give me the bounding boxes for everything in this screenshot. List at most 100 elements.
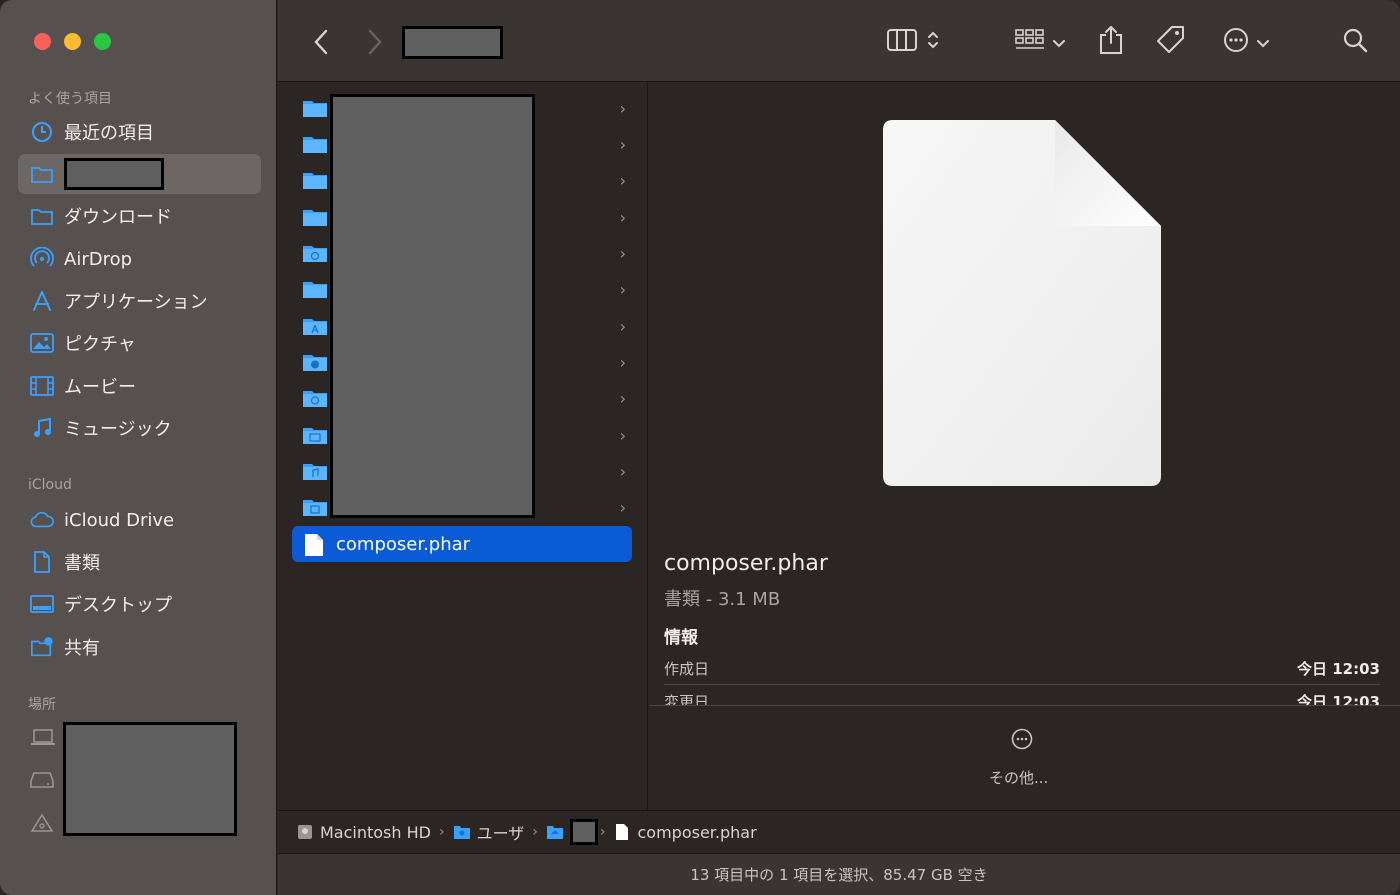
path-item-file[interactable]: composer.phar (613, 822, 757, 842)
up-down-chevron-icon (927, 30, 939, 54)
sidebar-item-home[interactable] (18, 154, 261, 194)
path-item-home[interactable] (546, 819, 598, 845)
ellipsis-circle-icon (1223, 27, 1249, 57)
folder-icon (303, 210, 327, 226)
share-button[interactable] (1096, 24, 1126, 60)
info-header: 情報 (664, 628, 698, 648)
view-mode-button[interactable] (882, 24, 944, 60)
chevron-right-icon: › (619, 316, 626, 336)
file-icon (305, 534, 323, 556)
redacted-locations (63, 722, 237, 836)
chevron-right-icon: › (619, 497, 626, 517)
tag-button[interactable] (1154, 24, 1188, 60)
chevron-down-icon (1053, 33, 1065, 52)
chevron-right-icon: › (619, 425, 626, 445)
chevron-right-icon: › (619, 352, 626, 372)
more-button[interactable] (1011, 728, 1033, 754)
folder-icon (303, 246, 327, 262)
file-name: composer.phar (336, 533, 471, 555)
chevron-right-icon: › (619, 98, 626, 118)
modified-value: 今日 12:03 (1297, 693, 1380, 705)
sidebar-item-label: ピクチャ (64, 334, 136, 355)
network-drive-icon[interactable] (30, 813, 54, 837)
path-bar: Macintosh HD › ユーザ › › composer.phar (278, 810, 1400, 853)
column-view: › › › › › › › › › › › › composer.phar (278, 83, 648, 810)
chevron-right-icon: › (532, 824, 538, 840)
back-button[interactable] (306, 24, 336, 60)
path-item-label: Macintosh HD (320, 822, 431, 842)
sidebar-item-applications[interactable]: アプリケーション (18, 281, 261, 321)
sidebar-item-music[interactable]: ミュージック (18, 408, 261, 448)
airdrop-icon (30, 247, 54, 271)
status-bar: 13 項目中の 1 項目を選択、85.47 GB 空き (278, 853, 1400, 895)
sidebar-item-recents[interactable]: 最近の項目 (18, 112, 261, 152)
applications-icon (30, 289, 54, 313)
path-item-label: composer.phar (637, 822, 757, 842)
created-label: 作成日 (664, 660, 710, 678)
group-button[interactable] (1012, 24, 1068, 60)
close-button[interactable] (34, 33, 51, 50)
sidebar-item-movies[interactable]: ムービー (18, 366, 261, 406)
sidebar-item-label: ムービー (64, 377, 136, 398)
sidebar-item-shared[interactable]: 共有 (18, 627, 261, 667)
sidebar-item-downloads[interactable]: ダウンロード (18, 196, 261, 236)
action-menu-button[interactable] (1218, 24, 1274, 60)
path-item-disk[interactable]: Macintosh HD (296, 823, 431, 842)
sidebar-item-icloud-drive[interactable]: iCloud Drive (18, 500, 261, 540)
applications-folder-icon (303, 319, 327, 335)
chevron-right-icon: › (599, 824, 606, 840)
window-controls (34, 33, 111, 50)
path-item-label: ユーザ (476, 824, 525, 843)
chevron-right-icon: › (619, 134, 626, 154)
zoom-button[interactable] (94, 33, 111, 50)
sidebar-item-desktop[interactable]: デスクトップ (18, 584, 261, 624)
sidebar-item-label: iCloud Drive (64, 509, 175, 531)
redacted-folder-names (330, 94, 535, 518)
favorites-header: よく使う項目 (28, 91, 112, 107)
ellipsis-circle-icon (1011, 728, 1033, 754)
laptop-icon[interactable] (30, 728, 56, 750)
sidebar-item-pictures[interactable]: ピクチャ (18, 323, 261, 363)
modified-row: 変更日 今日 12:03 (664, 691, 1380, 705)
folder-icon (30, 162, 54, 186)
sidebar: よく使う項目 最近の項目 ダウンロード AirDrop アプリケーション ピクチ… (0, 0, 277, 895)
sidebar-item-label: 共有 (64, 638, 100, 659)
path-item-users[interactable]: ユーザ (453, 820, 525, 844)
list-item-selected[interactable]: composer.phar (292, 526, 632, 562)
preview-file-name: composer.phar (664, 551, 828, 576)
more-label[interactable]: その他... (989, 767, 1048, 788)
folder-icon (303, 282, 327, 298)
document-preview-icon (883, 120, 1161, 486)
sidebar-item-label: ダウンロード (64, 207, 172, 228)
columns-view-icon (887, 29, 917, 55)
created-value: 今日 12:03 (1297, 660, 1380, 678)
share-icon (1098, 25, 1124, 59)
forward-button[interactable] (360, 24, 390, 60)
search-button[interactable] (1338, 24, 1372, 60)
photo-icon (30, 331, 54, 355)
users-folder-icon (453, 826, 470, 839)
grid-group-icon (1015, 28, 1045, 56)
minimize-button[interactable] (64, 33, 81, 50)
preview-pane: composer.phar 書類 - 3.1 MB 情報 作成日 今日 12:0… (649, 83, 1400, 705)
shared-folder-icon (30, 635, 54, 659)
chevron-right-icon: › (619, 279, 626, 299)
downloads-folder-icon (303, 355, 327, 371)
folder-icon (30, 204, 54, 228)
toolbar (278, 0, 1400, 82)
chevron-right-icon: › (438, 824, 445, 840)
sidebar-item-label: AirDrop (64, 248, 133, 270)
sidebar-item-airdrop[interactable]: AirDrop (18, 239, 261, 279)
sidebar-item-label: ミュージック (64, 419, 172, 440)
status-text: 13 項目中の 1 項目を選択、85.47 GB 空き (690, 866, 988, 884)
locations-header: 場所 (28, 697, 56, 713)
disk-icon[interactable] (30, 771, 54, 793)
chevron-right-icon: › (619, 170, 626, 190)
redacted-path-label (569, 819, 598, 845)
document-icon (30, 550, 54, 574)
modified-label: 変更日 (664, 693, 710, 705)
chevron-right-icon: › (619, 207, 626, 227)
hard-disk-icon (298, 825, 312, 839)
redacted-window-title (402, 26, 503, 59)
sidebar-item-documents[interactable]: 書類 (18, 542, 261, 582)
